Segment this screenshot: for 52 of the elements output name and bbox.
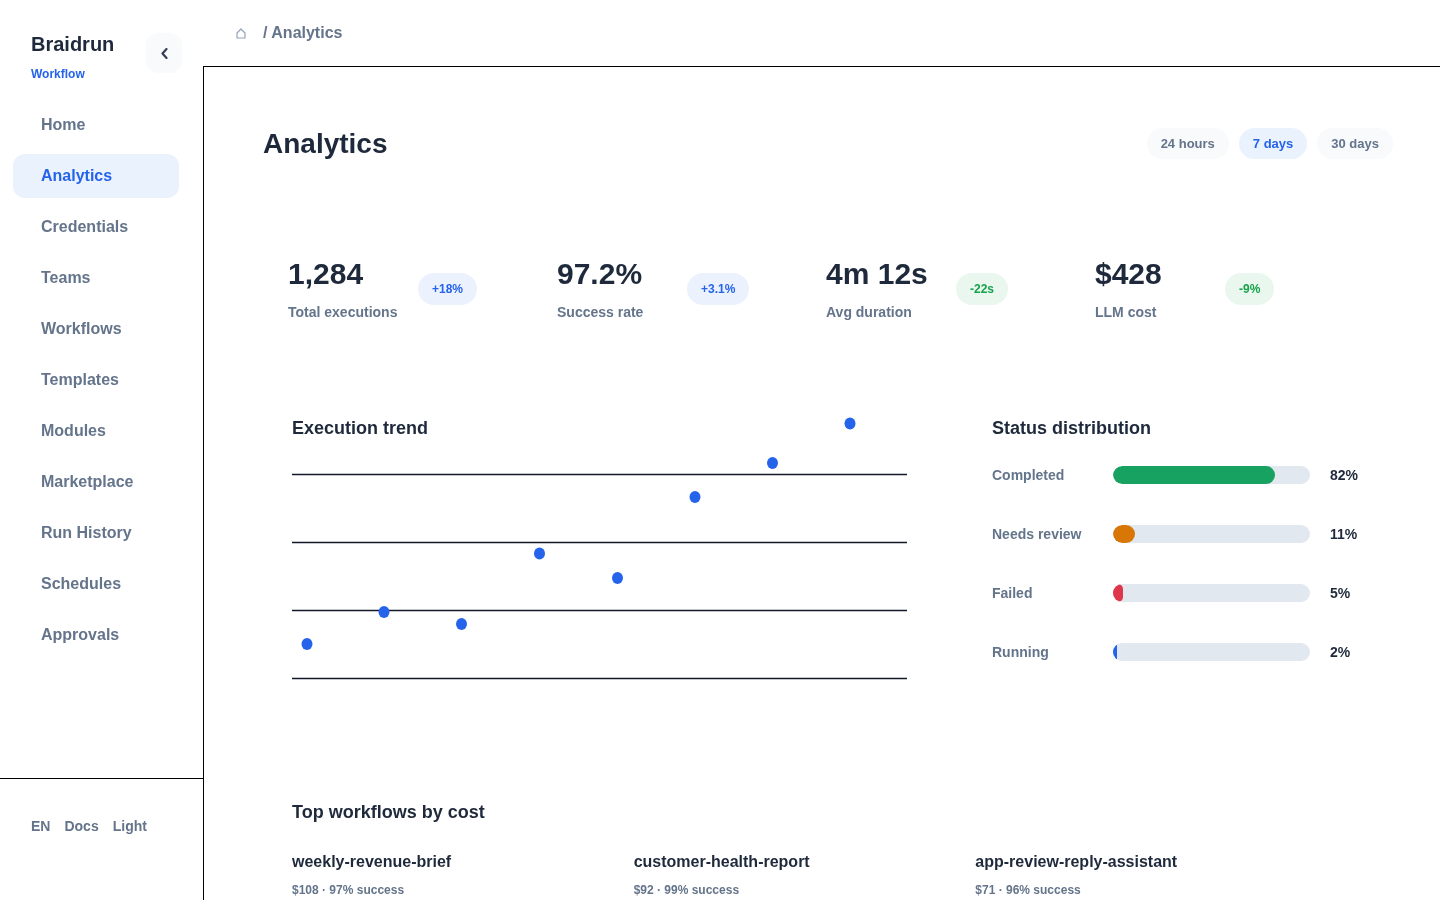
- stat-value: $428: [1095, 256, 1163, 292]
- status-percent: 5%: [1330, 584, 1351, 603]
- change-badge: +3.1%: [687, 273, 750, 305]
- change-badge: -9%: [1225, 273, 1275, 305]
- nav-item[interactable]: Templates: [13, 358, 179, 402]
- footer-link[interactable]: Docs: [64, 816, 99, 836]
- page-title: Analytics: [263, 129, 388, 158]
- status-label: Completed: [992, 466, 1066, 485]
- stat-value: 1,284: [288, 256, 365, 292]
- nav-item[interactable]: Credentials: [13, 205, 179, 249]
- stat-label: LLM cost: [1095, 303, 1158, 322]
- workflow-name[interactable]: weekly-revenue-brief: [292, 850, 452, 874]
- stat-label: Success rate: [557, 303, 645, 322]
- time-range-tab[interactable]: 24 hours: [1146, 128, 1229, 159]
- change-badge: +18%: [418, 273, 478, 305]
- workflow-detail: $92 · 99% success: [633, 882, 740, 898]
- nav-item[interactable]: Marketplace: [13, 460, 179, 504]
- status-percent: 82%: [1330, 466, 1359, 485]
- footer-link[interactable]: EN: [31, 816, 51, 836]
- time-range-tab[interactable]: 30 days: [1317, 128, 1393, 159]
- workflow-detail: $108 · 97% success: [292, 882, 405, 898]
- chevron-left-icon: [160, 47, 168, 59]
- section-title: Status distribution: [992, 417, 1152, 440]
- time-range-tab[interactable]: 7 days: [1238, 128, 1308, 159]
- nav-item[interactable]: Teams: [13, 256, 179, 300]
- collapse-button[interactable]: [146, 33, 182, 73]
- status-percent: 2%: [1330, 643, 1351, 662]
- workflow-name[interactable]: customer-health-report: [633, 850, 810, 874]
- stat-label: Total executions: [288, 303, 399, 322]
- nav-item[interactable]: Schedules: [13, 562, 179, 606]
- nav-item[interactable]: Approvals: [13, 613, 179, 657]
- nav-item[interactable]: Workflows: [13, 307, 179, 351]
- home-icon[interactable]: [236, 27, 246, 39]
- footer-link[interactable]: Light: [112, 816, 147, 836]
- brand-name: Braidrun: [31, 32, 115, 57]
- nav-item[interactable]: Modules: [13, 409, 179, 453]
- workflow-detail: $71 · 96% success: [975, 882, 1081, 898]
- workflow-name[interactable]: app-review-reply-assistant: [975, 850, 1178, 874]
- stat-label: Avg duration: [826, 303, 913, 322]
- stat-value: 4m 12s: [826, 256, 929, 292]
- stat-value: 97.2%: [557, 256, 644, 292]
- status-label: Failed: [992, 584, 1034, 603]
- breadcrumb-current: / Analytics: [263, 23, 343, 43]
- status-label: Needs review: [992, 525, 1083, 544]
- status-label: Running: [992, 643, 1050, 662]
- change-badge: -22s: [956, 273, 1009, 305]
- brand-subtitle: Workflow: [31, 66, 86, 82]
- section-title: Top workflows by cost: [292, 801, 486, 824]
- status-percent: 11%: [1330, 525, 1358, 544]
- nav-item[interactable]: Home: [13, 103, 179, 147]
- nav-item[interactable]: Run History: [13, 511, 179, 555]
- nav-item[interactable]: Analytics: [13, 154, 179, 198]
